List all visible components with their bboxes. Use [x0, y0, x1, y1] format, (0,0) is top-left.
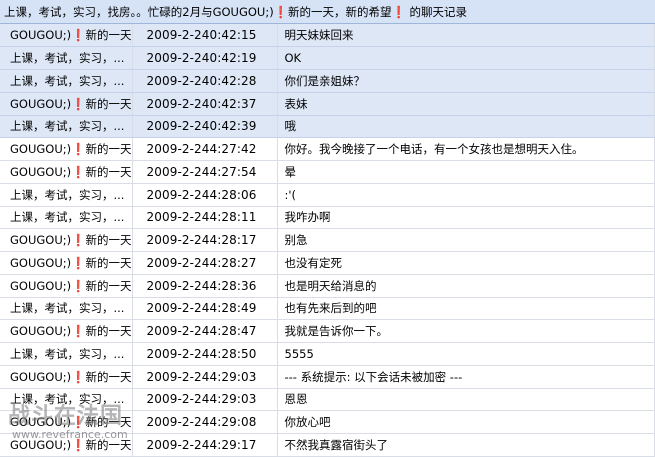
sender-cell: 上课，考试，实习，...: [0, 115, 133, 139]
message-cell: 你们是亲姐妹？: [277, 69, 655, 93]
timestamp-cell: 2009-2-240:42:15: [132, 24, 278, 48]
message-cell: 不然我真露宿街头了: [277, 433, 655, 457]
sender-cell: GOUGOU;)❗新的一天: [0, 228, 133, 252]
timestamp-cell: 2009-2-244:29:03: [132, 365, 278, 389]
timestamp-cell: 2009-2-244:29:03: [132, 388, 278, 412]
message-cell: 恩恩: [277, 388, 655, 412]
message-cell: 我咋办啊: [277, 206, 655, 230]
timestamp-cell: 2009-2-240:42:19: [132, 46, 278, 70]
chat-row[interactable]: GOUGOU;)❗新的一天 2009-2-240:42:37 表妹: [0, 92, 655, 116]
message-cell: 你好。我今晚接了一个电话，有一个女孩也是想明天入住。: [277, 137, 655, 161]
chat-row[interactable]: GOUGOU;)❗新的一天 2009-2-240:42:15 明天妹妹回来: [0, 24, 655, 48]
chat-row[interactable]: GOUGOU;)❗新的一天 2009-2-244:29:17 不然我真露宿街头了: [0, 433, 655, 457]
chat-row[interactable]: GOUGOU;)❗新的一天 2009-2-244:27:42 你好。我今晚接了一个电…: [0, 137, 655, 161]
message-cell: --- 系统提示: 以下会话未被加密 ---: [277, 365, 655, 389]
chat-row[interactable]: GOUGOU;)❗新的一天 2009-2-244:28:27 也没有定死: [0, 251, 655, 275]
message-cell: 别急: [277, 228, 655, 252]
chat-rows: GOUGOU;)❗新的一天 2009-2-240:42:15 明天妹妹回来 上课，考试…: [0, 24, 655, 457]
sender-cell: GOUGOU;)❗新的一天: [0, 24, 133, 48]
sender-cell: GOUGOU;)❗新的一天: [0, 365, 133, 389]
message-cell: 晕: [277, 160, 655, 184]
chat-row[interactable]: GOUGOU;)❗新的一天 2009-2-244:28:47 我就是告诉你一下。: [0, 319, 655, 343]
sender-cell: 上课，考试，实习，...: [0, 69, 133, 93]
timestamp-cell: 2009-2-244:28:49: [132, 297, 278, 321]
sender-cell: 上课，考试，实习，...: [0, 206, 133, 230]
sender-cell: GOUGOU;)❗新的一天: [0, 137, 133, 161]
timestamp-cell: 2009-2-244:28:06: [132, 183, 278, 207]
chat-row[interactable]: 上课，考试，实习，... 2009-2-240:42:28 你们是亲姐妹？: [0, 69, 655, 93]
timestamp-cell: 2009-2-244:29:08: [132, 410, 278, 434]
sender-cell: GOUGOU;)❗新的一天: [0, 92, 133, 116]
message-cell: 你放心吧: [277, 410, 655, 434]
message-cell: 也是明天给消息的: [277, 274, 655, 298]
chat-row[interactable]: GOUGOU;)❗新的一天 2009-2-244:28:36 也是明天给消息的: [0, 274, 655, 298]
sender-cell: 上课，考试，实习，...: [0, 183, 133, 207]
message-cell: 明天妹妹回来: [277, 24, 655, 48]
message-cell: 也有先来后到的吧: [277, 297, 655, 321]
chat-row[interactable]: 上课，考试，实习，... 2009-2-244:28:49 也有先来后到的吧: [0, 297, 655, 321]
chat-history-table: GOUGOU;)❗新的一天 2009-2-240:42:15 明天妹妹回来 上课，考试…: [0, 24, 655, 457]
sender-cell: 上课，考试，实习，...: [0, 297, 133, 321]
message-cell: 也没有定死: [277, 251, 655, 275]
chat-row[interactable]: 上课，考试，实习，... 2009-2-240:42:39 哦: [0, 115, 655, 139]
sender-cell: GOUGOU;)❗新的一天: [0, 160, 133, 184]
window-title: 上课，考试，实习，找房。。忙碌的2月与GOUGOU;)❗新的一天，新的希望❗ 的…: [0, 0, 655, 24]
timestamp-cell: 2009-2-240:42:37: [132, 92, 278, 116]
sender-cell: 上课，考试，实习，...: [0, 46, 133, 70]
message-cell: OK: [277, 46, 655, 70]
sender-cell: GOUGOU;)❗新的一天: [0, 274, 133, 298]
sender-cell: GOUGOU;)❗新的一天: [0, 319, 133, 343]
chat-row[interactable]: 上课，考试，实习，... 2009-2-244:28:06:'(: [0, 183, 655, 207]
timestamp-cell: 2009-2-244:28:47: [132, 319, 278, 343]
chat-row[interactable]: 上课，考试，实习，... 2009-2-244:29:03 恩恩: [0, 388, 655, 412]
chat-row[interactable]: 上课，考试，实习，... 2009-2-244:28:50 5555: [0, 342, 655, 366]
sender-cell: GOUGOU;)❗新的一天: [0, 433, 133, 457]
sender-cell: GOUGOU;)❗新的一天: [0, 410, 133, 434]
sender-cell: 上课，考试，实习，...: [0, 388, 133, 412]
timestamp-cell: 2009-2-244:27:54: [132, 160, 278, 184]
timestamp-cell: 2009-2-244:27:42: [132, 137, 278, 161]
timestamp-cell: 2009-2-244:28:50: [132, 342, 278, 366]
chat-row[interactable]: GOUGOU;)❗新的一天 2009-2-244:28:17 别急: [0, 228, 655, 252]
timestamp-cell: 2009-2-244:28:27: [132, 251, 278, 275]
timestamp-cell: 2009-2-240:42:39: [132, 115, 278, 139]
message-cell: 我就是告诉你一下。: [277, 319, 655, 343]
timestamp-cell: 2009-2-244:28:11: [132, 206, 278, 230]
timestamp-cell: 2009-2-244:29:17: [132, 433, 278, 457]
message-cell: 表妹: [277, 92, 655, 116]
timestamp-cell: 2009-2-244:28:36: [132, 274, 278, 298]
chat-row[interactable]: 上课，考试，实习，... 2009-2-244:28:11 我咋办啊: [0, 206, 655, 230]
sender-cell: GOUGOU;)❗新的一天: [0, 251, 133, 275]
message-cell: :'(: [277, 183, 655, 207]
timestamp-cell: 2009-2-240:42:28: [132, 69, 278, 93]
message-cell: 5555: [277, 342, 655, 366]
message-cell: 哦: [277, 115, 655, 139]
chat-row[interactable]: GOUGOU;)❗新的一天 2009-2-244:29:08 你放心吧: [0, 410, 655, 434]
timestamp-cell: 2009-2-244:28:17: [132, 228, 278, 252]
sender-cell: 上课，考试，实习，...: [0, 342, 133, 366]
chat-row[interactable]: GOUGOU;)❗新的一天 2009-2-244:29:03 --- 系统提示: 以…: [0, 365, 655, 389]
chat-row[interactable]: 上课，考试，实习，... 2009-2-240:42:19 OK: [0, 46, 655, 70]
chat-row[interactable]: GOUGOU;)❗新的一天 2009-2-244:27:54 晕: [0, 160, 655, 184]
